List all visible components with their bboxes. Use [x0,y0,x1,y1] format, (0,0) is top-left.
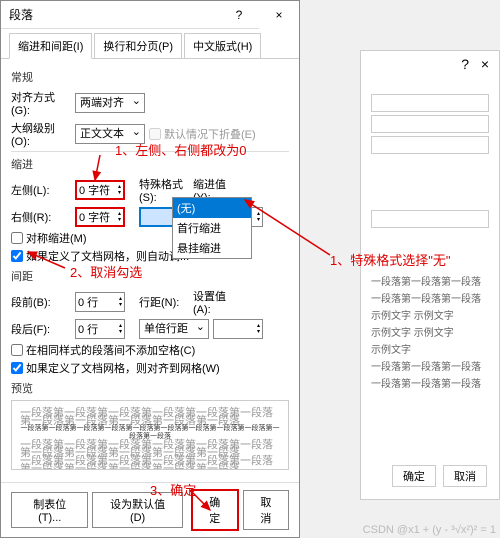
dropdown-hanging[interactable]: 悬挂缩进 [173,238,251,258]
dialog-footer: 制表位(T)... 设为默认值(D) 确定 取消 [1,482,299,537]
bg-text: 一段落第一段落第一段落 [371,290,489,305]
bg-ok-button[interactable]: 确定 [392,465,436,487]
outline-combo[interactable]: 正文文本 [75,124,145,144]
dropdown-none[interactable]: (无) [173,198,251,218]
help-icon[interactable]: ? [219,1,259,29]
bg-input[interactable] [371,115,489,133]
nospace-checkbox[interactable] [11,344,23,356]
tab-bar: 缩进和间距(I) 换行和分页(P) 中文版式(H) [1,29,299,59]
collapsed-checkbox[interactable] [149,128,161,140]
bg-text: 一段落第一段落第一段落 [371,358,489,373]
before-label: 段前(B): [11,294,71,310]
bg-text: 示例文字 示例文字 [371,307,489,322]
special-dropdown: (无) 首行缩进 悬挂缩进 [172,197,252,259]
linespace-combo[interactable]: 单倍行距 [139,319,209,339]
group-preview: 预览 [11,380,289,396]
after-label: 段后(F): [11,321,71,337]
bg-cancel-button[interactable]: 取消 [443,465,487,487]
dropdown-firstline[interactable]: 首行缩进 [173,218,251,238]
watermark: CSDN @x1 + (y - ³√x²)² = 1 [363,524,496,536]
bg-input[interactable] [371,210,489,228]
linespace-label: 行距(N): [139,294,189,310]
group-general: 常规 [11,69,289,85]
autogrid-indent-checkbox[interactable] [11,250,23,262]
alignment-label: 对齐方式(G): [11,89,71,117]
alignment-combo[interactable]: 两端对齐 [75,93,145,113]
before-spinner[interactable]: 0 行 [75,292,125,312]
ok-button[interactable]: 确定 [191,489,239,531]
bg-close-icon[interactable]: × [481,56,489,72]
mirror-checkbox[interactable] [11,232,23,244]
close-icon[interactable]: × [259,1,299,29]
right-spinner[interactable]: 0 字符 [75,207,125,227]
bg-help-icon[interactable]: ? [461,56,469,72]
dialog-title: 段落 [1,6,219,23]
left-spinner[interactable]: 0 字符 [75,180,125,200]
setvalue-spinner[interactable] [213,319,263,339]
left-label: 左侧(L): [11,182,71,198]
titlebar: 段落 ? × [1,1,299,29]
bg-text: 示例文字 [371,341,489,356]
cancel-button[interactable]: 取消 [243,490,289,530]
bg-text: 示例文字 示例文字 [371,324,489,339]
background-dialog: ? × 一段落第一段落第一段落 一段落第一段落第一段落 示例文字 示例文字 示例… [360,50,500,500]
bg-text: 一段落第一段落第一段落 [371,375,489,390]
mirror-label: 对称缩进(M) [26,230,87,246]
preview-box: 一段落第一段落第一段落第一段落第一段落第一段落第一段落第一段落第一段落第一段落第… [11,400,289,470]
paragraph-dialog: 段落 ? × 缩进和间距(I) 换行和分页(P) 中文版式(H) 常规 对齐方式… [0,0,300,538]
autogrid-indent-label: 如果定义了文档网格，则自动调... [26,248,189,264]
collapsed-label: 默认情况下折叠(E) [164,126,256,142]
setvalue-label: 设置值(A): [193,288,243,316]
outline-label: 大纲级别(O): [11,120,71,148]
tab-chinese[interactable]: 中文版式(H) [184,33,261,59]
bg-input[interactable] [371,136,489,154]
bg-text: 一段落第一段落第一段落 [371,273,489,288]
tabstops-button[interactable]: 制表位(T)... [11,492,88,528]
right-label: 右侧(R): [11,209,71,225]
tab-line-page[interactable]: 换行和分页(P) [94,33,182,59]
tab-indent-spacing[interactable]: 缩进和间距(I) [9,33,92,59]
default-button[interactable]: 设为默认值(D) [92,492,182,528]
snapgrid-checkbox[interactable] [11,362,23,374]
group-spacing: 间距 [11,268,289,284]
nospace-label: 在相同样式的段落间不添加空格(C) [26,342,195,358]
dialog-body: 常规 对齐方式(G): 两端对齐 大纲级别(O): 正文文本 默认情况下折叠(E… [1,58,299,482]
group-indent: 缩进 [11,156,289,172]
bg-input[interactable] [371,94,489,112]
after-spinner[interactable]: 0 行 [75,319,125,339]
snapgrid-label: 如果定义了文档网格，则对齐到网格(W) [26,360,220,376]
